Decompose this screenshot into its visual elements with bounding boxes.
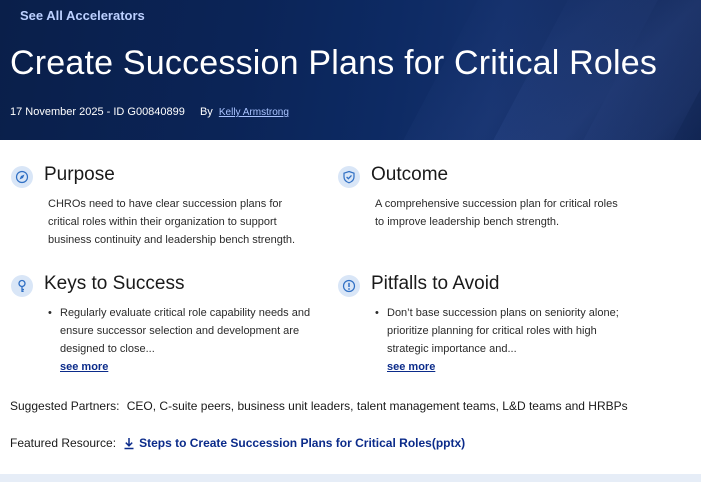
outcome-text: A comprehensive succession plan for crit… xyxy=(375,195,618,231)
alert-circle-icon xyxy=(338,275,360,297)
pitfalls-line: Don’t base succession plans on seniority… xyxy=(387,307,619,319)
shield-check-icon xyxy=(338,166,360,188)
document-meta: 17 November 2025 - ID G00840899 By Kelly… xyxy=(10,106,289,118)
featured-resource: Featured Resource: Steps to Create Succe… xyxy=(10,436,465,450)
featured-resource-label: Featured Resource: xyxy=(10,436,117,450)
outcome-line: A comprehensive succession plan for crit… xyxy=(375,198,618,210)
pitfalls-see-more-link[interactable]: see more xyxy=(387,361,435,373)
publish-date-id: 17 November 2025 - ID G00840899 xyxy=(10,106,185,118)
outcome-line: to improve leadership bench strength. xyxy=(375,216,560,228)
by-label: By xyxy=(199,106,213,118)
featured-resource-link[interactable]: Steps to Create Succession Plans for Cri… xyxy=(139,436,465,450)
key-icon xyxy=(11,275,33,297)
compass-icon xyxy=(11,166,33,188)
see-all-accelerators-link[interactable]: See All Accelerators xyxy=(20,8,145,23)
footer-divider xyxy=(0,474,701,482)
download-icon[interactable] xyxy=(123,437,135,450)
purpose-title: Purpose xyxy=(44,164,115,185)
pitfalls-line: prioritize planning for critical roles w… xyxy=(387,325,597,337)
keys-title: Keys to Success xyxy=(44,273,185,294)
hero-banner: See All Accelerators Create Succession P… xyxy=(0,0,701,140)
suggested-partners: Suggested Partners: CEO, C-suite peers, … xyxy=(10,399,628,413)
keys-line: designed to close... xyxy=(60,343,155,355)
purpose-text: CHROs need to have clear succession plan… xyxy=(48,195,295,249)
keys-list: Regularly evaluate critical role capabil… xyxy=(48,304,310,358)
outcome-title: Outcome xyxy=(371,164,449,185)
keys-line: ensure successor selection and developme… xyxy=(60,325,300,337)
page-title: Create Succession Plans for Critical Rol… xyxy=(10,44,658,82)
list-item: Regularly evaluate critical role capabil… xyxy=(48,304,310,358)
suggested-partners-value: CEO, C-suite peers, business unit leader… xyxy=(126,399,628,413)
purpose-line: CHROs need to have clear succession plan… xyxy=(48,198,283,210)
pitfalls-title: Pitfalls to Avoid xyxy=(371,273,500,294)
keys-line: Regularly evaluate critical role capabil… xyxy=(60,307,311,319)
list-item: Don’t base succession plans on seniority… xyxy=(375,304,619,358)
purpose-line: critical roles within their organization… xyxy=(48,216,277,228)
author-link[interactable]: Kelly Armstrong xyxy=(219,107,289,118)
purpose-line: business continuity and leadership bench… xyxy=(48,234,296,246)
suggested-partners-label: Suggested Partners: xyxy=(10,399,120,413)
pitfalls-list: Don’t base succession plans on seniority… xyxy=(375,304,619,358)
keys-see-more-link[interactable]: see more xyxy=(60,361,108,373)
pitfalls-line: strategic importance and... xyxy=(387,343,517,355)
